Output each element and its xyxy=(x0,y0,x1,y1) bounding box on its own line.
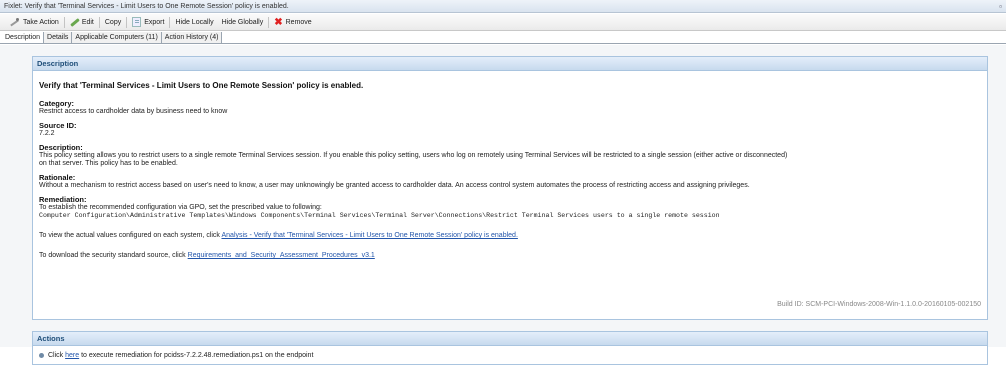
take-action-button[interactable]: Take Action xyxy=(6,16,63,29)
remove-label: Remove xyxy=(285,18,312,26)
tab-description[interactable]: Description xyxy=(2,32,45,43)
remove-x-icon: ✖ xyxy=(274,16,283,28)
source-id-block: Source ID: 7.2.2 xyxy=(39,122,983,138)
view-analysis-prefix: To view the actual values configured on … xyxy=(39,232,222,239)
remediation-instruction: To establish the recommended configurati… xyxy=(39,204,322,211)
remediation-block: Remediation: To establish the recommende… xyxy=(39,196,983,220)
action-text: Click here to execute remediation for pc… xyxy=(48,352,313,359)
category-block: Category: Restrict access to cardholder … xyxy=(39,100,983,116)
source-id-value: 7.2.2 xyxy=(39,130,55,137)
tab-action-history[interactable]: Action History (4) xyxy=(161,32,223,43)
toolbar-separator xyxy=(268,16,270,28)
actions-panel: Actions Click here to execute remediatio… xyxy=(32,331,988,365)
description-panel-header: Description xyxy=(33,57,987,71)
window-title-bar: Fixlet: Verify that 'Terminal Services -… xyxy=(0,0,1006,13)
window-title: Fixlet: Verify that 'Terminal Services -… xyxy=(4,3,289,10)
bullet-icon xyxy=(39,353,44,358)
hide-globally-button[interactable]: Hide Globally xyxy=(218,16,268,29)
hide-globally-label: Hide Globally xyxy=(221,18,264,26)
download-prefix: To download the security standard source… xyxy=(39,252,188,259)
description-line-1: This policy setting allows you to restri… xyxy=(39,152,788,159)
description-block: Description: This policy setting allows … xyxy=(39,144,983,168)
edit-button[interactable]: Edit xyxy=(66,16,98,29)
view-analysis-line: To view the actual values configured on … xyxy=(39,232,983,240)
category-label: Category: xyxy=(39,99,75,108)
fixlet-heading: Verify that 'Terminal Services - Limit U… xyxy=(39,81,364,90)
download-line: To download the security standard source… xyxy=(39,252,983,260)
toolbar: Take Action Edit Copy Export Hide Locall… xyxy=(0,14,1006,31)
rationale-label: Rationale: xyxy=(39,173,76,182)
take-action-label: Take Action xyxy=(23,18,59,26)
content-area: Description Verify that 'Terminal Servic… xyxy=(0,45,1006,365)
actions-panel-header: Actions xyxy=(33,332,987,346)
export-button[interactable]: Export xyxy=(128,16,168,29)
rationale-block: Rationale: Without a mechanism to restri… xyxy=(39,174,983,190)
build-id: Build ID: SCM-PCI-Windows-2008-Win-1.1.0… xyxy=(777,301,981,308)
restore-window-icon[interactable]: ▫ xyxy=(999,0,1002,13)
tab-details[interactable]: Details xyxy=(44,32,73,43)
category-value: Restrict access to cardholder data by bu… xyxy=(39,108,228,115)
remediation-label: Remediation: xyxy=(39,195,87,204)
pencil-icon xyxy=(70,18,79,27)
remediation-gpo-path: Computer Configuration\Administrative Te… xyxy=(39,212,720,219)
remove-button[interactable]: ✖ Remove xyxy=(270,16,315,29)
edit-label: Edit xyxy=(81,18,94,26)
action-item: Click here to execute remediation for pc… xyxy=(39,352,313,359)
description-label: Description: xyxy=(39,143,83,152)
toolbar-separator xyxy=(126,16,128,28)
hide-locally-button[interactable]: Hide Locally xyxy=(171,16,217,29)
hide-locally-label: Hide Locally xyxy=(175,18,214,26)
action-here-link[interactable]: here xyxy=(65,352,79,359)
copy-label: Copy xyxy=(104,18,122,26)
tab-applicable-computers[interactable]: Applicable Computers (11) xyxy=(72,32,162,43)
export-label: Export xyxy=(144,18,165,26)
description-line-2: on that server. This policy has to be en… xyxy=(39,160,178,167)
toolbar-separator xyxy=(169,16,171,28)
take-action-icon xyxy=(10,18,20,26)
requirements-download-link[interactable]: Requirements_and_Security_Assessment_Pro… xyxy=(188,252,375,259)
copy-button[interactable]: Copy xyxy=(101,16,125,29)
tab-strip: Description Details Applicable Computers… xyxy=(0,32,1006,44)
description-panel: Description Verify that 'Terminal Servic… xyxy=(32,56,988,320)
action-prefix: Click xyxy=(48,352,66,359)
analysis-link[interactable]: Analysis - Verify that 'Terminal Service… xyxy=(221,232,517,239)
source-id-label: Source ID: xyxy=(39,121,77,130)
rationale-value: Without a mechanism to restrict access b… xyxy=(39,182,750,189)
action-suffix: to execute remediation for pcidss-7.2.2.… xyxy=(79,352,314,359)
toolbar-separator xyxy=(63,16,65,28)
toolbar-separator xyxy=(98,16,100,28)
export-icon xyxy=(132,17,142,27)
